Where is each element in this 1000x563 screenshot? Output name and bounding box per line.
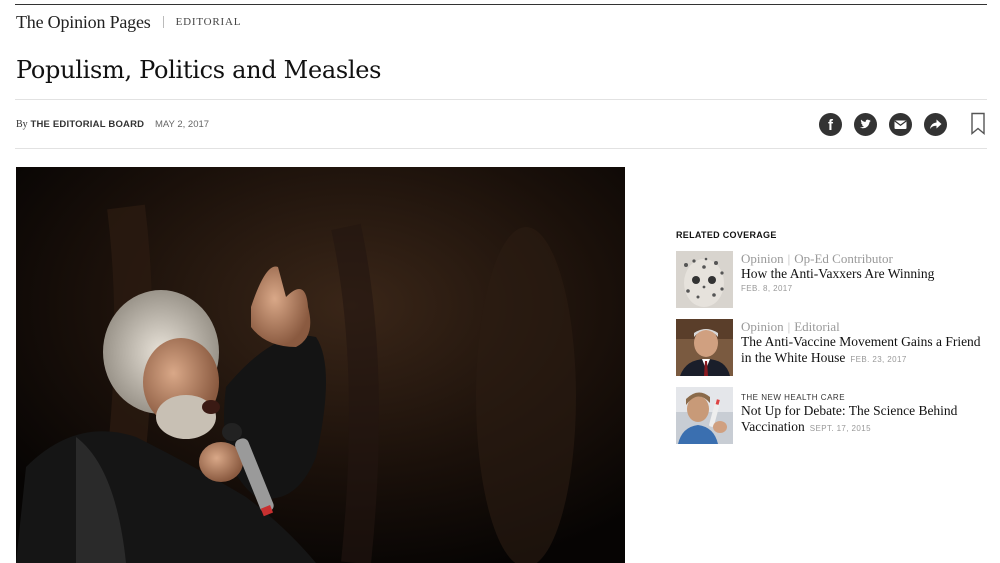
- bookmark-icon[interactable]: [969, 112, 987, 136]
- kicker-type[interactable]: Op-Ed Contributor: [794, 251, 893, 266]
- kicker-type[interactable]: Editorial: [794, 319, 840, 334]
- masthead-divider: [162, 16, 164, 28]
- related-thumbnail[interactable]: [676, 387, 733, 444]
- share-tools: f: [819, 112, 987, 136]
- article-headline: Populism, Politics and Measles: [16, 56, 382, 84]
- related-date: FEB. 8, 2017: [741, 284, 793, 293]
- facebook-icon[interactable]: f: [819, 112, 842, 136]
- related-title-line: in the White House: [741, 350, 846, 365]
- related-thumbnail[interactable]: [676, 251, 733, 308]
- related-title-line: Vaccination: [741, 419, 805, 434]
- related-title-line: Not Up for Debate: The Science Behind: [741, 403, 958, 418]
- twitter-icon[interactable]: [854, 112, 877, 136]
- top-rule: [15, 4, 987, 5]
- byline-prefix: By: [16, 118, 28, 130]
- related-title[interactable]: How the Anti-Vaxxers Are Winning: [741, 266, 934, 282]
- related-coverage: RELATED COVERAGE Opinion | Op-Ed Contribut…: [676, 230, 996, 444]
- kicker-opinion[interactable]: Opinion: [741, 251, 784, 266]
- kicker-opinion[interactable]: Opinion: [741, 319, 784, 334]
- related-thumbnail[interactable]: [676, 319, 733, 376]
- related-date: FEB. 23, 2017: [850, 355, 907, 364]
- related-date: SEPT. 17, 2015: [809, 424, 871, 433]
- related-heading: RELATED COVERAGE: [676, 230, 777, 240]
- byline-row: By THE EDITORIAL BOARD MAY 2, 2017 f: [16, 112, 987, 136]
- related-kicker: Opinion | Editorial: [741, 319, 840, 334]
- email-icon[interactable]: [889, 112, 912, 136]
- related-title-line: The Anti-Vaccine Movement Gains a Friend: [741, 334, 981, 349]
- share-icon[interactable]: [924, 112, 947, 136]
- related-item-text: THE NEW HEALTH CARE Not Up for Debate: T…: [741, 387, 957, 444]
- related-item: Opinion | Op-Ed Contributor How the Anti-V…: [676, 251, 996, 308]
- byline: By THE EDITORIAL BOARD MAY 2, 2017: [16, 119, 209, 130]
- related-title[interactable]: The Anti-Vaccine Movement Gains a Friend…: [741, 334, 981, 368]
- article-photo[interactable]: [16, 167, 625, 563]
- headline-divider: [15, 99, 987, 100]
- byline-author[interactable]: THE EDITORIAL BOARD: [30, 119, 144, 130]
- related-kicker: Opinion | Op-Ed Contributor: [741, 251, 893, 266]
- related-kicker[interactable]: THE NEW HEALTH CARE: [741, 392, 957, 403]
- publish-date: MAY 2, 2017: [155, 118, 210, 130]
- byline-divider: [15, 148, 987, 149]
- related-item: Opinion | Editorial The Anti-Vaccine Movem…: [676, 319, 996, 376]
- svg-text:f: f: [828, 117, 834, 134]
- masthead: The Opinion Pages EDITORIAL: [16, 10, 241, 34]
- related-item-text: Opinion | Editorial The Anti-Vaccine Movem…: [741, 319, 981, 376]
- section-label[interactable]: EDITORIAL: [176, 16, 242, 28]
- related-item-text: Opinion | Op-Ed Contributor How the Anti-V…: [741, 251, 934, 308]
- related-item: THE NEW HEALTH CARE Not Up for Debate: T…: [676, 387, 996, 444]
- brand-logo[interactable]: The Opinion Pages: [16, 12, 151, 33]
- related-title[interactable]: Not Up for Debate: The Science Behind Vac…: [741, 403, 957, 437]
